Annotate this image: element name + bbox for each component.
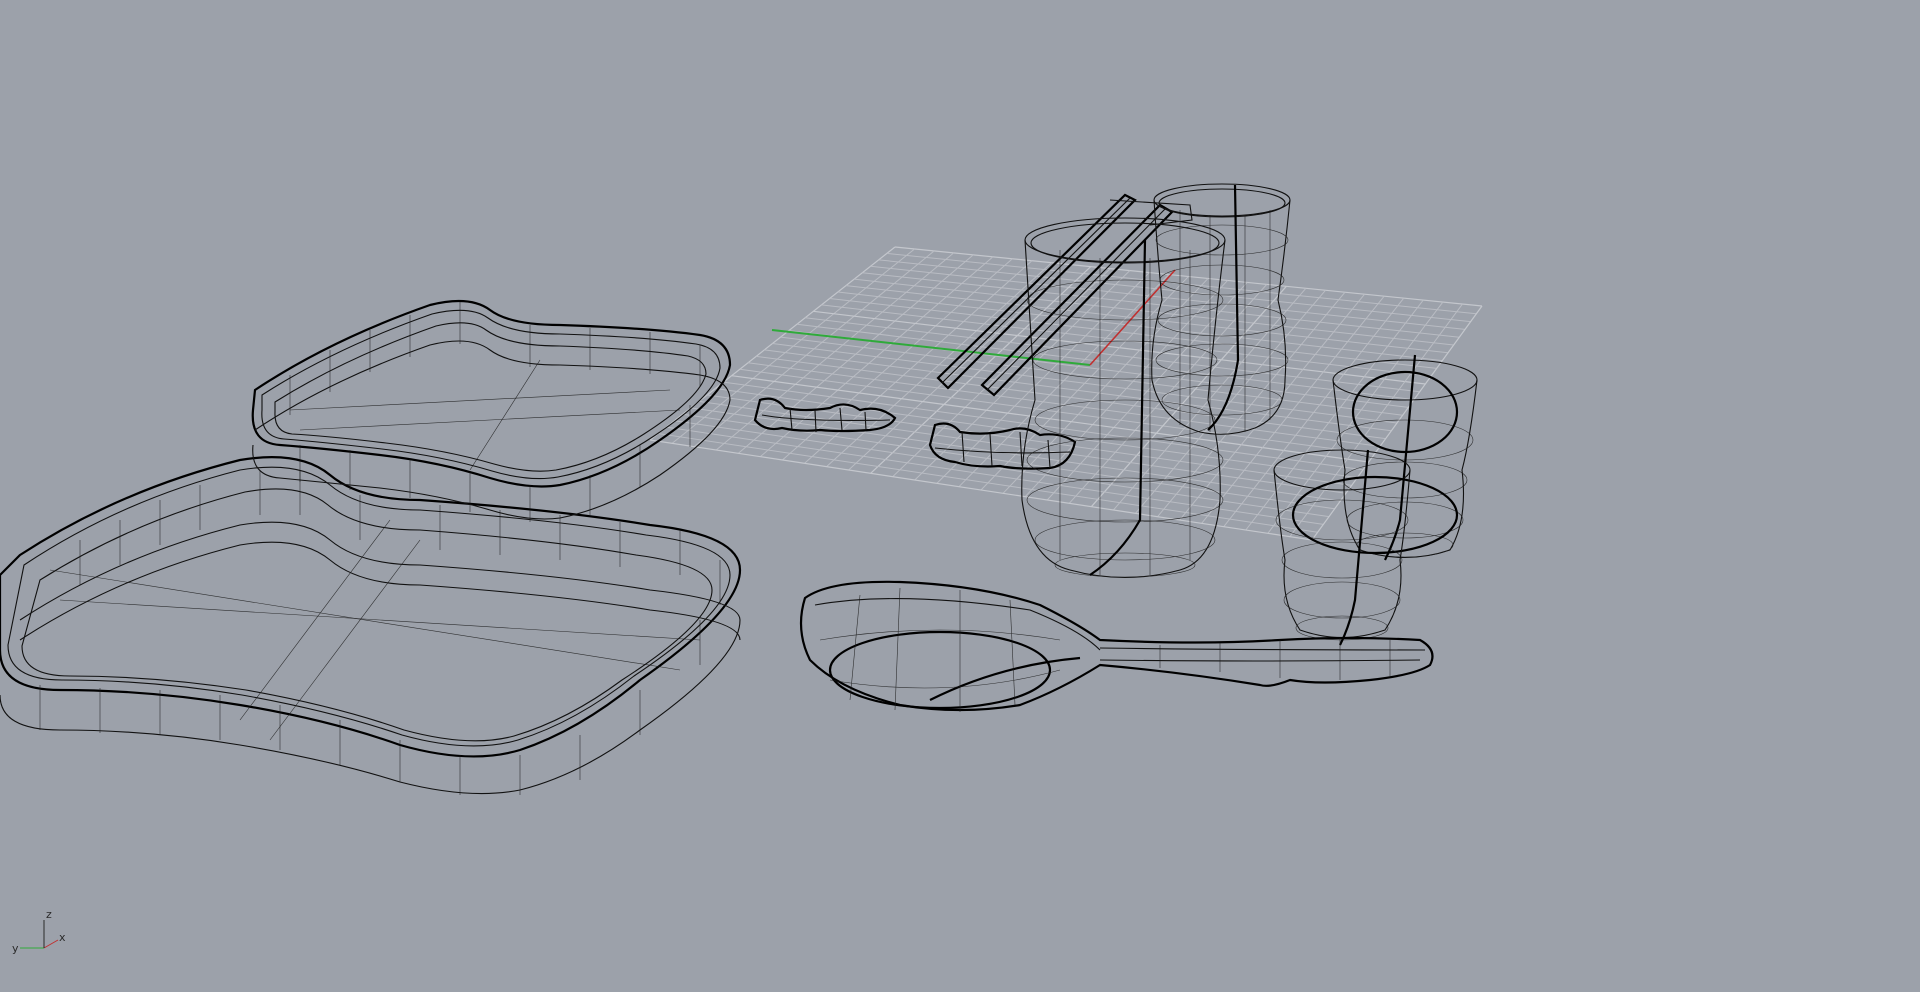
axis-x-label: x (59, 931, 66, 944)
grid-line (756, 355, 1386, 440)
3d-viewport[interactable]: x y z (0, 0, 1920, 992)
chopstick-rest-2[interactable] (928, 422, 1077, 470)
grid-line (764, 349, 1392, 432)
axis-z-label: z (46, 908, 52, 921)
grid-line (1311, 305, 1483, 541)
tray-small[interactable] (251, 299, 732, 522)
spoon[interactable] (799, 580, 1434, 712)
cup-tall-1[interactable] (1021, 217, 1226, 578)
grid-line (772, 343, 1398, 424)
wireframe-scene[interactable] (0, 0, 1920, 992)
axis-y-label: y (12, 942, 19, 955)
grid-line (1267, 301, 1444, 534)
grid-line (739, 368, 1375, 455)
axis-x-line (43, 939, 59, 949)
cup-tall-2[interactable] (1151, 183, 1291, 435)
grid-line (731, 375, 1369, 463)
cup-small-1[interactable] (1332, 354, 1478, 561)
grid-line (658, 433, 1318, 533)
tray-large[interactable] (0, 456, 742, 795)
grid-line (707, 394, 1352, 486)
construction-plane-grid (649, 246, 1483, 541)
cup-small-2[interactable] (1273, 449, 1459, 646)
grid-y-axis-line (771, 329, 1091, 366)
axis-orientation-widget: x y z (12, 908, 66, 955)
